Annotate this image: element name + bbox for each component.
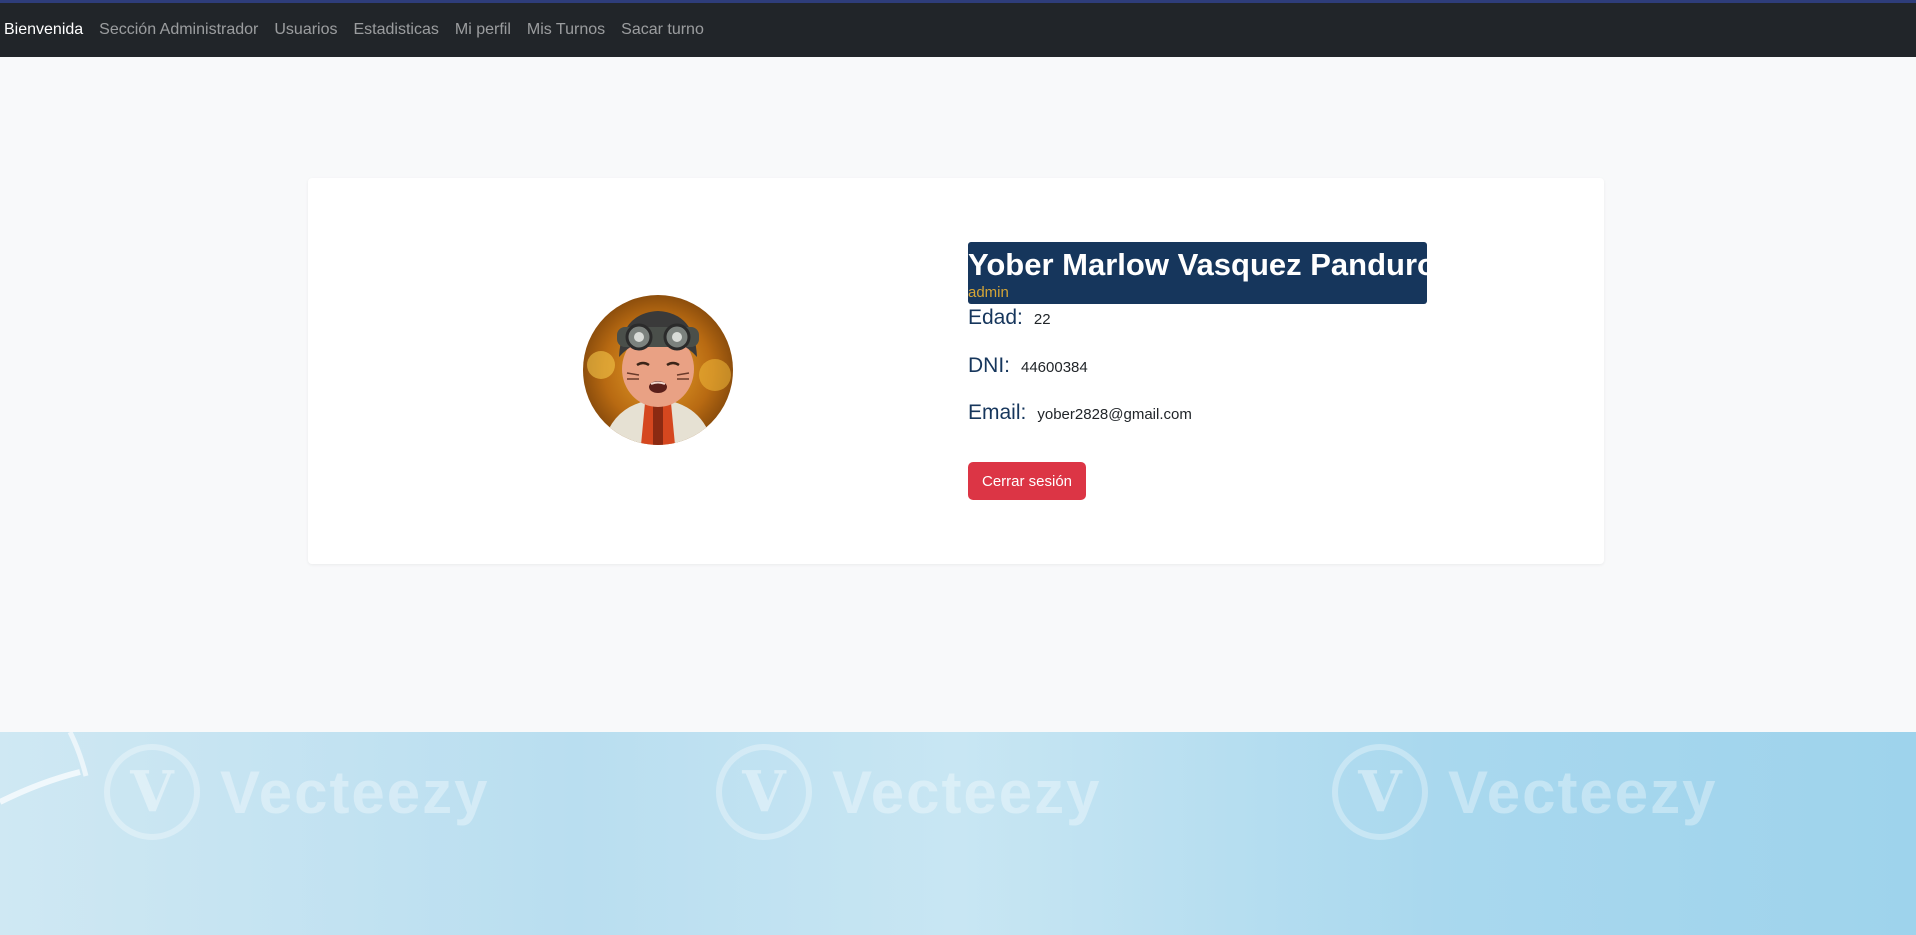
stethoscope-graphic (0, 732, 89, 805)
watermark-3: V Vecteezy (1332, 744, 1718, 840)
top-navbar: Bienvenida Sección Administrador Usuario… (0, 0, 1916, 57)
watermark-logo-icon: V (716, 744, 812, 840)
email-value: yober2828@gmail.com (1037, 406, 1192, 423)
dni-value: 44600384 (1021, 359, 1088, 376)
footer-background-image: V Vecteezy V Vecteezy V Vecteezy (0, 732, 1916, 935)
profile-name-block: Yober Marlow Vasquez Panduro admin (968, 242, 1436, 304)
email-label: Email: (968, 401, 1027, 424)
age-label: Edad: (968, 306, 1023, 329)
nav-link-sacar-turno[interactable]: Sacar turno (621, 21, 704, 39)
avatar-image (583, 295, 733, 445)
profile-card (308, 178, 1604, 564)
watermark-text: Vecteezy (1448, 758, 1718, 826)
age-value: 22 (1033, 311, 1051, 328)
watermark-2: V Vecteezy (716, 744, 1102, 840)
dni-row: DNI: 44600384 (968, 354, 1088, 378)
nav-link-usuarios[interactable]: Usuarios (274, 21, 337, 39)
nav-link-mis-turnos[interactable]: Mis Turnos (527, 21, 605, 39)
watermark-logo-icon: V (104, 744, 200, 840)
profile-role: admin (968, 284, 1009, 301)
email-row: Email: yober2828@gmail.com (968, 401, 1192, 425)
nav-link-bienvenida[interactable]: Bienvenida (4, 21, 83, 39)
watermark-logo-icon: V (1332, 744, 1428, 840)
nav-link-seccion-administrador[interactable]: Sección Administrador (99, 21, 258, 39)
nav-link-estadisticas[interactable]: Estadisticas (354, 21, 439, 39)
age-row: Edad: 22 (968, 306, 1051, 330)
avatar (583, 295, 733, 445)
watermark-1: V Vecteezy (104, 744, 490, 840)
dni-label: DNI: (968, 354, 1010, 377)
watermark-text: Vecteezy (832, 758, 1102, 826)
profile-name: Yober Marlow Vasquez Panduro (968, 247, 1436, 282)
logout-button[interactable]: Cerrar sesión (968, 462, 1086, 500)
watermark-text: Vecteezy (220, 758, 490, 826)
nav-link-mi-perfil[interactable]: Mi perfil (455, 21, 511, 39)
